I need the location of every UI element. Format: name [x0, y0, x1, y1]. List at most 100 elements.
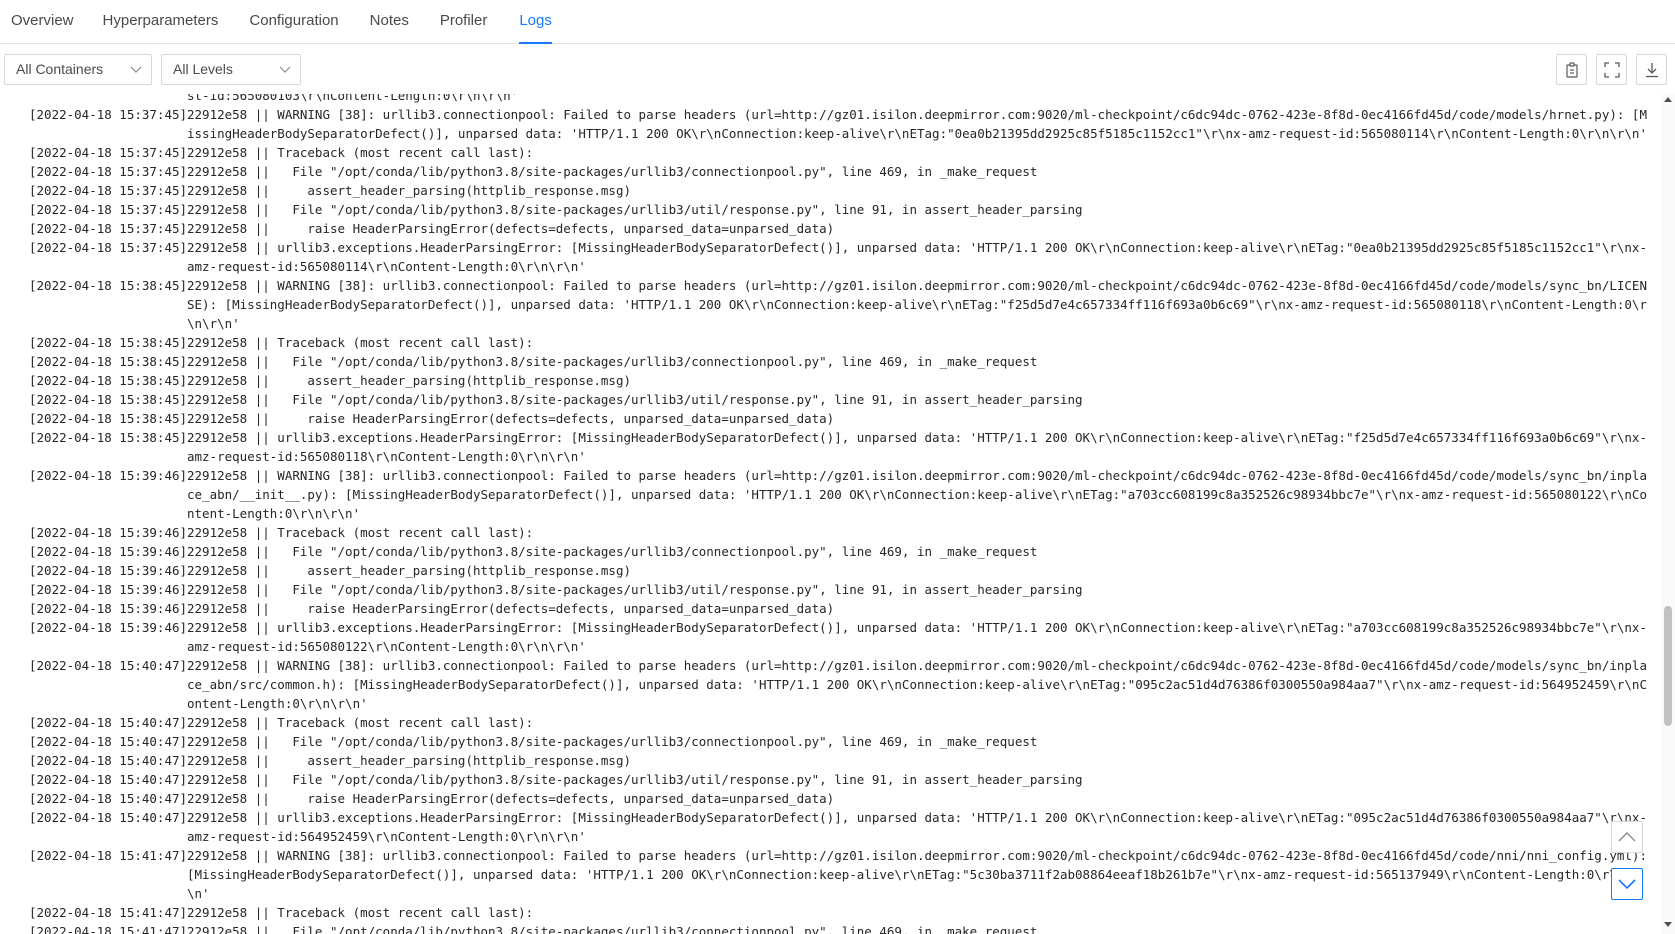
- tab-notes[interactable]: Notes: [370, 0, 409, 43]
- scroll-down-arrow[interactable]: [1661, 922, 1675, 932]
- log-timestamp: [2022-04-18 15:38:45]: [29, 430, 188, 445]
- scroll-to-top-button[interactable]: [1611, 821, 1643, 853]
- log-timestamp: [2022-04-18 15:40:47]: [29, 810, 188, 825]
- log-message: 22912e58 || WARNING [38]: urllib3.connec…: [187, 107, 1647, 141]
- log-line: [2022-04-18 15:41:47] 22912e58 || Traceba…: [0, 903, 1661, 922]
- log-message: 22912e58 || WARNING [38]: urllib3.connec…: [187, 468, 1647, 521]
- log-line: [2022-04-18 15:39:46] 22912e58 || raise H…: [0, 599, 1661, 618]
- log-line: [2022-04-18 15:38:45] 22912e58 || urllib3…: [0, 428, 1661, 466]
- log-timestamp: [2022-04-18 15:37:45]: [29, 240, 188, 255]
- log-timestamp: [2022-04-18 15:38:45]: [29, 373, 188, 388]
- tab-bar: Overview Hyperparameters Configuration N…: [0, 0, 1675, 44]
- log-line: [2022-04-18 15:39:46] 22912e58 || urllib3…: [0, 618, 1661, 656]
- log-message: 22912e58 || assert_header_parsing(httpli…: [187, 753, 632, 768]
- log-line: [2022-04-18 15:40:47] 22912e58 || WARNING…: [0, 656, 1661, 713]
- log-message: 22912e58 || raise HeaderParsingError(def…: [187, 221, 835, 236]
- log-line: [2022-04-18 15:37:45] 22912e58 || Traceba…: [0, 143, 1661, 162]
- log-message: 22912e58 || WARNING [38]: urllib3.connec…: [187, 658, 1647, 711]
- log-line: [2022-04-18 15:40:47] 22912e58 || Traceba…: [0, 713, 1661, 732]
- log-line: [2022-04-18 15:37:45] 22912e58 || urllib3…: [0, 238, 1661, 276]
- log-message: 22912e58 || Traceback (most recent call …: [187, 715, 534, 730]
- tab-hyperparameters[interactable]: Hyperparameters: [103, 0, 219, 43]
- log-timestamp: [2022-04-18 15:41:47]: [29, 924, 188, 934]
- log-line: [2022-04-18 15:40:47] 22912e58 || File "/…: [0, 732, 1661, 751]
- log-message: 22912e58 || Traceback (most recent call …: [187, 335, 534, 350]
- log-line: [2022-04-18 15:38:45] 22912e58 || assert_…: [0, 371, 1661, 390]
- fullscreen-icon: [1603, 61, 1620, 78]
- log-message: 22912e58 || Traceback (most recent call …: [187, 525, 534, 540]
- log-message: 22912e58 || File "/opt/conda/lib/python3…: [187, 924, 1038, 934]
- log-message: 22912e58 || raise HeaderParsingError(def…: [187, 411, 835, 426]
- log-line: [2022-04-18 15:39:46] 22912e58 || assert_…: [0, 561, 1661, 580]
- tab-profiler[interactable]: Profiler: [440, 0, 488, 43]
- level-filter-select[interactable]: All Levels: [161, 54, 301, 85]
- log-timestamp: [2022-04-18 15:38:45]: [29, 335, 188, 350]
- log-timestamp: [2022-04-18 15:41:47]: [29, 905, 188, 920]
- fullscreen-button[interactable]: [1596, 54, 1627, 85]
- log-timestamp: [2022-04-18 15:39:46]: [29, 563, 188, 578]
- log-line: [2022-04-18 15:40:47] 22912e58 || urllib3…: [0, 808, 1661, 846]
- log-line: [2022-04-18 15:41:47] 22912e58 || WARNING…: [0, 846, 1661, 903]
- copy-icon: [1565, 61, 1578, 78]
- log-line: [2022-04-18 15:40:47] 22912e58 || assert_…: [0, 751, 1661, 770]
- log-message: 22912e58 || File "/opt/conda/lib/python3…: [187, 544, 1038, 559]
- log-message: st-id:565080103\r\nContent-Length:0\r\n\…: [187, 94, 519, 103]
- log-message: 22912e58 || urllib3.exceptions.HeaderPar…: [187, 620, 1647, 654]
- log-timestamp: [2022-04-18 15:40:47]: [29, 715, 188, 730]
- log-message: 22912e58 || File "/opt/conda/lib/python3…: [187, 354, 1038, 369]
- log-line: [2022-04-18 15:41:47] 22912e58 || File "/…: [0, 922, 1661, 934]
- log-message: 22912e58 || File "/opt/conda/lib/python3…: [187, 164, 1038, 179]
- log-timestamp: [2022-04-18 15:38:45]: [29, 392, 188, 407]
- log-line: [2022-04-18 15:38:45] 22912e58 || WARNING…: [0, 276, 1661, 333]
- log-line: [2022-04-18 15:37:45] 22912e58 || WARNING…: [0, 105, 1661, 143]
- log-timestamp: [2022-04-18 15:40:47]: [29, 772, 188, 787]
- log-line: [2022-04-18 15:38:45] 22912e58 || File "/…: [0, 352, 1661, 371]
- level-filter-value: All Levels: [173, 61, 233, 77]
- log-line: [2022-04-18 15:39:46] 22912e58 || File "/…: [0, 580, 1661, 599]
- log-message: 22912e58 || WARNING [38]: urllib3.connec…: [187, 278, 1647, 331]
- log-line: [2022-04-18 15:40:47] 22912e58 || File "/…: [0, 770, 1661, 789]
- tab-overview[interactable]: Overview: [11, 0, 74, 43]
- scrollbar-thumb[interactable]: [1664, 606, 1672, 726]
- container-filter-value: All Containers: [16, 61, 104, 77]
- log-scrollbar[interactable]: [1661, 94, 1675, 934]
- log-line: [2022-04-18 15:37:45] 22912e58 || File "/…: [0, 162, 1661, 181]
- log-timestamp: [2022-04-18 15:38:45]: [29, 411, 188, 426]
- log-message: 22912e58 || WARNING [38]: urllib3.connec…: [187, 848, 1655, 901]
- chevron-up-icon: [1618, 832, 1636, 842]
- log-timestamp: [2022-04-18 15:39:46]: [29, 620, 188, 635]
- scroll-to-bottom-button[interactable]: [1611, 868, 1643, 900]
- log-message: 22912e58 || raise HeaderParsingError(def…: [187, 601, 835, 616]
- download-logs-button[interactable]: [1636, 54, 1667, 85]
- log-line: [2022-04-18 15:39:46] 22912e58 || Traceba…: [0, 523, 1661, 542]
- log-timestamp: [2022-04-18 15:38:45]: [29, 354, 188, 369]
- log-line: [2022-04-18 15:37:45] 22912e58 || raise H…: [0, 219, 1661, 238]
- log-line: [2022-04-18 15:37:45] 22912e58 || File "/…: [0, 200, 1661, 219]
- log-timestamp: [2022-04-18 15:39:46]: [29, 468, 188, 483]
- chevron-down-icon: [1618, 879, 1636, 889]
- tab-logs[interactable]: Logs: [519, 0, 552, 44]
- log-message: 22912e58 || Traceback (most recent call …: [187, 905, 534, 920]
- log-list: st-id:565080103\r\nContent-Length:0\r\n\…: [0, 94, 1661, 934]
- log-timestamp: [2022-04-18 15:40:47]: [29, 658, 188, 673]
- log-line: [2022-04-18 15:39:46] 22912e58 || WARNING…: [0, 466, 1661, 523]
- container-filter-select[interactable]: All Containers: [4, 54, 152, 85]
- log-message: 22912e58 || urllib3.exceptions.HeaderPar…: [187, 430, 1647, 464]
- triangle-up-icon: [1664, 97, 1672, 102]
- scroll-up-arrow[interactable]: [1661, 96, 1675, 106]
- copy-logs-button[interactable]: [1556, 54, 1587, 85]
- log-line: [2022-04-18 15:37:45] 22912e58 || assert_…: [0, 181, 1661, 200]
- log-timestamp: [2022-04-18 15:41:47]: [29, 848, 188, 863]
- log-viewer[interactable]: st-id:565080103\r\nContent-Length:0\r\n\…: [0, 94, 1661, 934]
- log-line: [2022-04-18 15:38:45] 22912e58 || File "/…: [0, 390, 1661, 409]
- triangle-down-icon: [1664, 922, 1672, 927]
- log-timestamp: [2022-04-18 15:40:47]: [29, 753, 188, 768]
- tab-configuration[interactable]: Configuration: [249, 0, 338, 43]
- log-line: [2022-04-18 15:38:45] 22912e58 || raise H…: [0, 409, 1661, 428]
- log-message: 22912e58 || assert_header_parsing(httpli…: [187, 373, 632, 388]
- log-timestamp: [2022-04-18 15:39:46]: [29, 525, 188, 540]
- download-icon: [1645, 62, 1658, 77]
- log-message: 22912e58 || assert_header_parsing(httpli…: [187, 183, 632, 198]
- log-timestamp: [2022-04-18 15:39:46]: [29, 582, 188, 597]
- log-timestamp: [2022-04-18 15:39:46]: [29, 544, 188, 559]
